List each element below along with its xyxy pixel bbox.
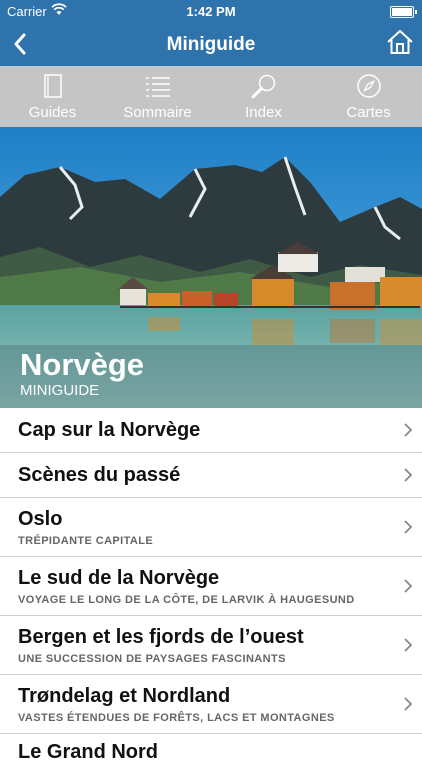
list-item-title: Scènes du passé bbox=[18, 464, 181, 486]
list-item-subtitle: UNE SUCCESSION DE PAYSAGES FASCINANTS bbox=[18, 653, 286, 665]
list-item-subtitle: VOYAGE LE LONG DE LA CÔTE, DE LARVIK À H… bbox=[18, 594, 355, 606]
hero-title: Norvège bbox=[20, 347, 145, 382]
tab-sommaire-label: Sommaire bbox=[123, 104, 192, 121]
list-item-subtitle: TRÉPIDANTE CAPITALE bbox=[18, 535, 154, 547]
magnifier-icon bbox=[251, 74, 275, 99]
battery-icon bbox=[390, 6, 417, 18]
clock: 1:42 PM bbox=[186, 4, 236, 19]
tab-cartes[interactable]: Cartes bbox=[316, 66, 421, 127]
status-bar: Carrier 1:42 PM bbox=[0, 0, 422, 22]
tab-index-label: Index bbox=[245, 104, 282, 121]
tab-guides[interactable]: Guides bbox=[0, 66, 105, 127]
chevron-right-icon bbox=[404, 638, 413, 652]
chevron-right-icon bbox=[404, 697, 413, 711]
tab-index[interactable]: Index bbox=[211, 66, 316, 127]
list-item[interactable]: Le Grand Nord bbox=[0, 734, 422, 764]
page-title: Miniguide bbox=[166, 34, 256, 55]
list-item[interactable]: Bergen et les fjords de l’ouest UNE SUCC… bbox=[0, 616, 422, 675]
list-icon bbox=[145, 77, 170, 97]
list-item[interactable]: Le sud de la Norvège VOYAGE LE LONG DE L… bbox=[0, 557, 422, 616]
hero-subtitle: MINIGUIDE bbox=[20, 382, 100, 399]
book-icon bbox=[43, 74, 62, 98]
list-item-title: Trøndelag et Nordland bbox=[18, 685, 231, 707]
list-item-title: Bergen et les fjords de l’ouest bbox=[18, 626, 304, 648]
chevron-right-icon bbox=[404, 520, 413, 534]
list-item-title: Cap sur la Norvège bbox=[18, 419, 201, 441]
list-item-subtitle: VASTES ÉTENDUES DE FORÊTS, LACS ET MONTA… bbox=[18, 712, 335, 724]
chapter-list: Cap sur la Norvège Scènes du passé Oslo … bbox=[0, 408, 422, 764]
list-item[interactable]: Scènes du passé bbox=[0, 453, 422, 498]
list-item-title: Le sud de la Norvège bbox=[18, 567, 220, 589]
list-item[interactable]: Cap sur la Norvège bbox=[0, 408, 422, 453]
chevron-right-icon bbox=[404, 423, 413, 437]
list-item-title: Oslo bbox=[18, 508, 63, 530]
list-item[interactable]: Trøndelag et Nordland VASTES ÉTENDUES DE… bbox=[0, 675, 422, 734]
home-button[interactable] bbox=[386, 28, 414, 56]
list-item-title: Le Grand Nord bbox=[18, 741, 159, 763]
list-item[interactable]: Oslo TRÉPIDANTE CAPITALE bbox=[0, 498, 422, 557]
tab-cartes-label: Cartes bbox=[346, 104, 391, 121]
compass-icon bbox=[356, 74, 381, 98]
tab-bar: Guides Sommaire Index Cartes bbox=[0, 66, 422, 128]
tab-sommaire[interactable]: Sommaire bbox=[105, 66, 210, 127]
chevron-right-icon bbox=[404, 468, 413, 482]
tab-guides-label: Guides bbox=[28, 104, 77, 121]
navigation-bar: Miniguide bbox=[0, 22, 422, 66]
hero-banner[interactable]: Norvège MINIGUIDE bbox=[0, 127, 422, 408]
chevron-right-icon bbox=[404, 579, 413, 593]
